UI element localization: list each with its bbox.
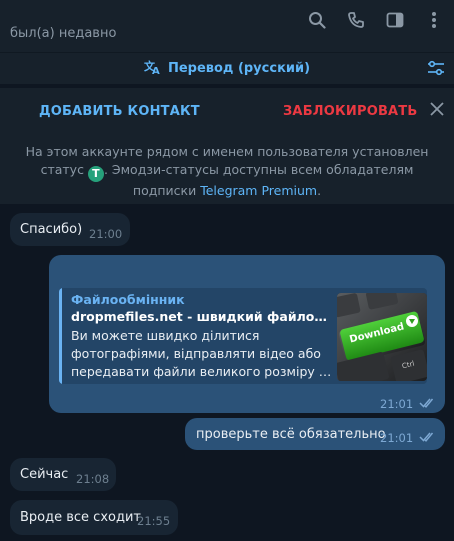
- message-incoming[interactable]: Вроде все сходит 21:55: [10, 500, 178, 535]
- message-time: 21:01: [380, 397, 414, 411]
- translate-label: Перевод (русский): [167, 61, 311, 76]
- message-time: 21:01: [380, 431, 414, 445]
- message-text: Спасибо): [20, 222, 83, 237]
- preview-desc-line: Ви можете швидко ділитися: [71, 328, 260, 343]
- preview-thumbnail[interactable]: Download Ctrl: [337, 293, 427, 381]
- header-actions: [307, 10, 444, 30]
- preview-site-name: Файлообмінник: [71, 292, 185, 307]
- svg-text:A: A: [152, 66, 160, 75]
- search-icon[interactable]: [307, 10, 327, 30]
- preview-desc-line: фотографіями, відправляти відео або: [71, 346, 321, 361]
- message-outgoing[interactable]: проверьте всё обязательно 21:01: [185, 418, 445, 450]
- translate-bar: 文A Перевод (русский): [0, 52, 454, 84]
- message-text: проверьте всё обязательно: [196, 427, 386, 442]
- emoji-status-notice: На этом аккаунте рядом с именем пользова…: [0, 134, 454, 204]
- message-time: 21:00: [89, 227, 123, 241]
- notice-end: .: [317, 183, 322, 198]
- contact-action-bar: ДОБАВИТЬ КОНТАКТ ЗАБЛОКИРОВАТЬ: [0, 88, 454, 134]
- preview-description: Ви можете швидко ділитися фотографіями, …: [71, 327, 333, 381]
- read-checkmarks-icon: [419, 397, 437, 413]
- phone-icon[interactable]: [346, 10, 366, 30]
- more-vertical-icon[interactable]: [424, 10, 444, 30]
- preview-desc-line: передавати файли великого розміру (до: [71, 364, 333, 379]
- last-seen-status: был(а) недавно: [10, 25, 117, 41]
- block-button[interactable]: ЗАБЛОКИРОВАТЬ: [283, 104, 418, 119]
- chat-header: был(а) недавно: [0, 0, 454, 52]
- translate-icon: 文A: [144, 59, 162, 79]
- message-text: Сейчас: [20, 467, 69, 482]
- emoji-status-icon[interactable]: T: [87, 166, 104, 182]
- message-time: 21:55: [137, 514, 171, 528]
- preview-accent-bar: [59, 288, 62, 384]
- close-icon[interactable]: [430, 101, 444, 120]
- translate-button[interactable]: 文A Перевод (русский): [144, 59, 310, 79]
- add-contact-button[interactable]: ДОБАВИТЬ КОНТАКТ: [39, 104, 200, 119]
- message-time: 21:08: [76, 472, 110, 486]
- message-incoming[interactable]: Спасибо) 21:00: [10, 213, 130, 246]
- message-outgoing-link-preview[interactable]: Файлообмінник dropmefiles.net - швидкий …: [49, 255, 445, 413]
- message-incoming[interactable]: Сейчас 21:08: [10, 458, 116, 491]
- read-checkmarks-icon: [419, 431, 437, 447]
- message-text: Вроде все сходит: [20, 510, 141, 525]
- link-preview[interactable]: Файлообмінник dropmefiles.net - швидкий …: [59, 288, 427, 384]
- telegram-premium-link[interactable]: Telegram Premium: [200, 183, 317, 198]
- sidebar-toggle-icon[interactable]: [385, 10, 405, 30]
- translate-settings-icon[interactable]: [426, 59, 446, 81]
- preview-title: dropmefiles.net - швидкий файлообмінник: [71, 309, 333, 324]
